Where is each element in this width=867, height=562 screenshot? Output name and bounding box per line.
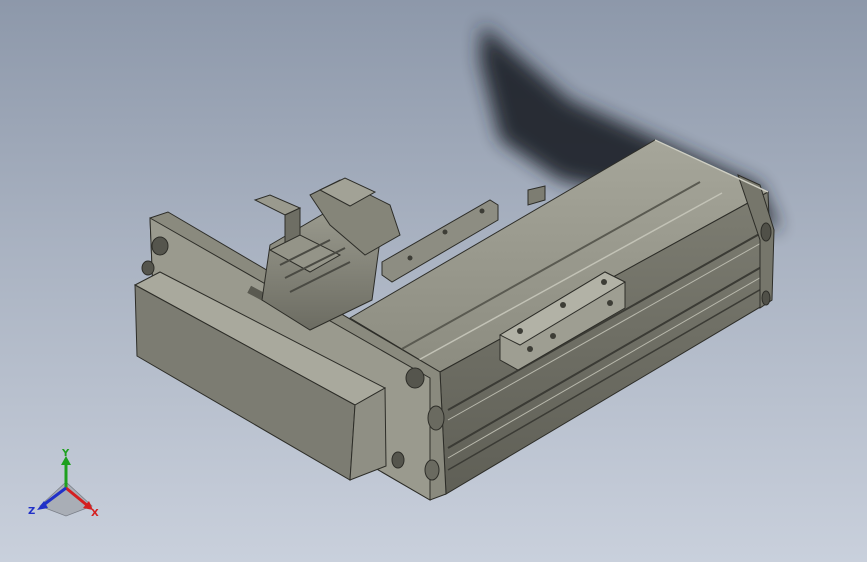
axis-triad: Y X Z xyxy=(28,448,99,519)
3d-model-linear-actuator[interactable] xyxy=(0,0,867,562)
z-axis-label: Z xyxy=(28,506,35,517)
x-axis-label: X xyxy=(91,508,99,519)
y-axis-label: Y xyxy=(61,448,70,459)
graphics-viewport[interactable]: Y X Z xyxy=(0,0,867,562)
